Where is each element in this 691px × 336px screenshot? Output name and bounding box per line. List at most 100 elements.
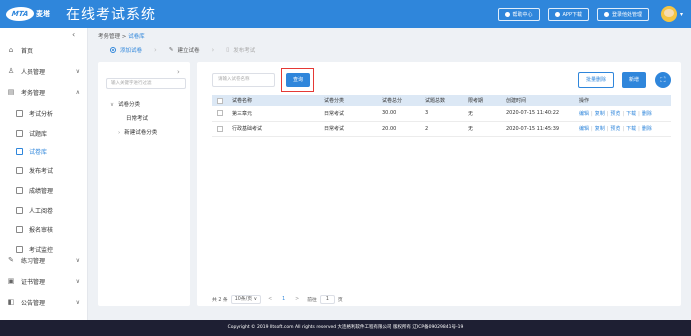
- home-icon: ⌂: [8, 46, 14, 54]
- cell-actions: 编辑 | 复制 | 预览 | 下载 | 删除: [579, 106, 671, 122]
- caret-down-icon: ∨: [253, 297, 258, 302]
- total-count: 共 2 条: [212, 298, 228, 303]
- avatar[interactable]: [660, 6, 677, 22]
- practice-icon: ✎: [8, 256, 14, 264]
- sidebar-item-practice[interactable]: ✎ 练习管理 ∨: [0, 251, 88, 269]
- app-title: 在线考试系统: [66, 7, 156, 23]
- cell-actions: 编辑 | 复制 | 预览 | 下载 | 删除: [579, 121, 671, 137]
- sidebar-item-question-bank[interactable]: 试题库: [0, 124, 88, 142]
- certificate-icon: ▣: [7, 277, 15, 285]
- login-elsewhere-button[interactable]: 登录他处管理: [596, 7, 649, 21]
- col-header-count: 试题总数: [425, 95, 468, 106]
- score-icon: [15, 186, 23, 194]
- copy-link[interactable]: 复制: [595, 111, 605, 117]
- sidebar-item-notice[interactable]: ◧ 公告管理 ∨: [0, 293, 88, 311]
- col-header-actions: 操作: [579, 95, 671, 106]
- sidebar-item-exam-analysis[interactable]: 考试分析: [0, 104, 88, 122]
- table-row: 行政基础考试 日常考试 20.00 2 无 2020-07-15 11:45:3…: [212, 121, 671, 137]
- query-button[interactable]: 查询: [286, 73, 310, 87]
- copy-link[interactable]: 复制: [595, 126, 605, 132]
- help-center-button[interactable]: 帮助中心: [497, 7, 540, 21]
- sidebar-item-publish-exam[interactable]: 发布考试: [0, 161, 88, 179]
- col-header-name: 试卷名称: [232, 95, 324, 106]
- goto-suffix: 页: [337, 298, 343, 303]
- col-header-limit: 限考期: [468, 95, 506, 106]
- logo: MTA 麦塔: [5, 4, 58, 24]
- question-bank-icon: [15, 129, 23, 137]
- prev-page-button[interactable]: <: [268, 297, 272, 302]
- app-download-button[interactable]: APP下载: [547, 7, 589, 21]
- paper-table: 试卷名称 试卷分类 试卷总分 试题总数 限考期 创建时间 操作 第三章元 日常考…: [212, 95, 671, 137]
- cell-created: 2020-07-15 11:45:39: [506, 121, 579, 137]
- sidebar-item-manual-grading[interactable]: 人工阅卷: [0, 201, 88, 219]
- edit-icon: ✎: [168, 47, 174, 53]
- sidebar-item-exam-management[interactable]: ▤ 考务管理 ∧: [0, 83, 88, 101]
- fullscreen-icon[interactable]: ⛶: [655, 72, 671, 88]
- cell-limit: 无: [468, 106, 506, 122]
- tree-node-daily-exam[interactable]: 日常考试: [126, 114, 148, 122]
- chevron-down-icon: ∨: [75, 277, 80, 285]
- logo-name: 麦塔: [36, 10, 50, 18]
- preview-link[interactable]: 预览: [610, 126, 620, 132]
- chevron-down-icon: ∨: [75, 298, 80, 306]
- breadcrumb-parent[interactable]: 考务管理: [98, 34, 120, 40]
- sidebar: ‹ ⌂ 首页 ♙ 人员管理 ∨ ▤ 考务管理 ∧ 考试分析 试题库 试卷库 发布…: [0, 28, 88, 320]
- add-paper-button[interactable]: 新增: [622, 72, 646, 88]
- breadcrumb-separator: >: [121, 34, 127, 40]
- step-indicator: 添加试卷 › ✎ 建立试卷 › ▯ 发布考试: [110, 46, 255, 54]
- select-all-checkbox[interactable]: [217, 97, 223, 104]
- collapse-sidebar-icon[interactable]: ‹: [72, 30, 75, 39]
- publish-icon: [15, 166, 23, 174]
- sidebar-item-score-management[interactable]: 成绩管理: [0, 181, 88, 199]
- sidebar-item-personnel[interactable]: ♙ 人员管理 ∨: [0, 62, 88, 80]
- review-icon: [15, 225, 23, 233]
- exam-icon: ▤: [7, 88, 15, 96]
- delete-link[interactable]: 删除: [642, 126, 652, 132]
- delete-link[interactable]: 删除: [642, 111, 652, 117]
- step-build-paper: ✎ 建立试卷: [168, 47, 200, 54]
- cell-limit: 无: [468, 121, 506, 137]
- document-icon: ▯: [226, 47, 230, 53]
- cell-count: 3: [425, 106, 468, 122]
- download-link[interactable]: 下载: [626, 111, 636, 117]
- tree-node-root[interactable]: ∨ 试卷分类: [110, 100, 140, 108]
- cell-name: 第三章元: [232, 106, 324, 122]
- user-icon: ♙: [7, 67, 15, 75]
- edit-link[interactable]: 编辑: [579, 111, 589, 117]
- cell-name: 行政基础考试: [232, 121, 324, 137]
- sidebar-item-home[interactable]: ⌂ 首页: [0, 41, 88, 59]
- tree-node-new-category[interactable]: › 新建试卷分类: [118, 128, 157, 136]
- cell-category: 日常考试: [324, 106, 382, 122]
- tree-filter-input[interactable]: 输入关键字进行过滤: [106, 78, 186, 89]
- cell-created: 2020-07-15 11:40:22: [506, 106, 579, 122]
- notice-icon: ◧: [7, 298, 15, 306]
- page-size-select[interactable]: 10条/页 ∨: [230, 295, 262, 304]
- chevron-down-icon: ∨: [75, 67, 80, 75]
- caret-down-icon[interactable]: ▾: [680, 11, 683, 18]
- breadcrumb-current: 试卷库: [128, 34, 145, 40]
- sidebar-item-paper-bank[interactable]: 试卷库: [0, 142, 88, 160]
- chevron-right-icon[interactable]: ›: [177, 68, 180, 76]
- download-link[interactable]: 下载: [626, 126, 636, 132]
- paper-name-search-input[interactable]: 请输入试卷名称: [212, 73, 275, 87]
- batch-delete-button[interactable]: 批量删除: [578, 72, 614, 88]
- next-page-button[interactable]: >: [295, 297, 299, 302]
- sidebar-item-registration-review[interactable]: 报名审核: [0, 220, 88, 238]
- edit-link[interactable]: 编辑: [579, 126, 589, 132]
- row-checkbox[interactable]: [217, 110, 223, 117]
- page-number[interactable]: 1: [282, 297, 285, 302]
- step-add-paper: 添加试卷: [110, 46, 142, 54]
- col-header-score: 试卷总分: [382, 95, 425, 106]
- sidebar-item-certificate[interactable]: ▣ 证书管理 ∨: [0, 272, 88, 290]
- goto-page-input[interactable]: 1: [319, 295, 335, 304]
- row-checkbox[interactable]: [217, 125, 223, 132]
- chevron-right-icon: ›: [211, 46, 215, 54]
- help-icon: [504, 11, 510, 17]
- paper-bank-icon: [15, 147, 23, 155]
- select-all-cell[interactable]: [212, 95, 232, 106]
- grading-icon: [15, 206, 23, 214]
- user-icon: [603, 11, 609, 17]
- analysis-icon: [15, 109, 23, 117]
- table-row: 第三章元 日常考试 30.00 3 无 2020-07-15 11:40:22 …: [212, 106, 671, 122]
- preview-link[interactable]: 预览: [610, 111, 620, 117]
